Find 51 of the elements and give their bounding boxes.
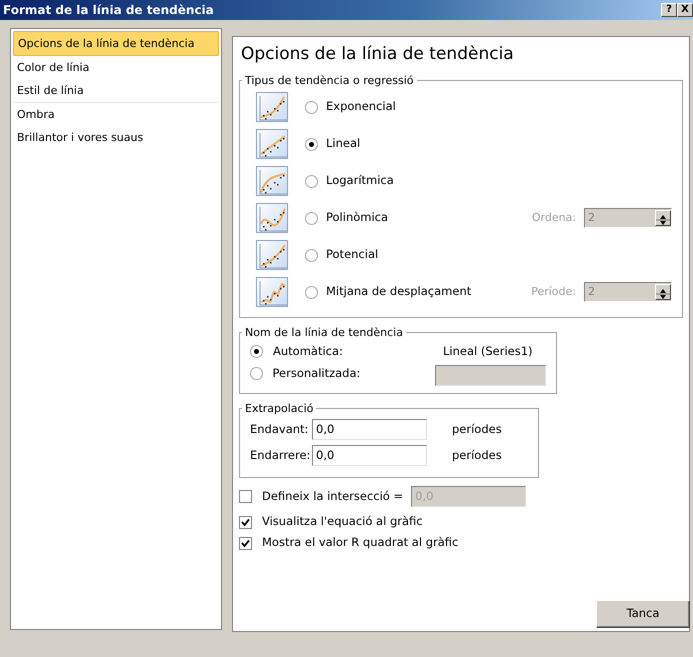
name-value: Lineal (Series1) (443, 342, 533, 360)
option-label: Logarítmica (326, 172, 394, 190)
linear-trend-icon (256, 129, 288, 159)
radio-button[interactable] (305, 174, 318, 188)
option-label: Exponencial (326, 98, 396, 116)
sidebar-item[interactable]: Brillantor i vores suaus (13, 126, 219, 149)
checkbox[interactable] (239, 516, 252, 528)
radio-button[interactable] (305, 286, 318, 298)
unit-label: períodes (452, 446, 502, 464)
spinner-label: Ordena: (532, 210, 576, 226)
option-label: Polinòmica (326, 209, 388, 226)
checkbox[interactable] (239, 490, 252, 503)
radio-button[interactable] (305, 212, 318, 224)
polynomial-trend-icon (256, 203, 288, 233)
field-label: Endavant: (250, 420, 310, 438)
close-button[interactable]: X (677, 3, 693, 17)
unit-label: períodes (452, 420, 502, 438)
power-trend-icon (256, 240, 288, 270)
close-dialog-button[interactable]: Tanca (596, 600, 690, 628)
number-field[interactable]: 0,0 (312, 445, 427, 466)
option-label: Automàtica: (273, 342, 344, 360)
checkbox-label: Defineix la intersecció = (262, 488, 404, 505)
radio-button[interactable] (250, 345, 263, 358)
option-label: Lineal (326, 135, 360, 152)
sidebar-item[interactable]: Color de línia (13, 56, 219, 79)
moving-trend-icon (256, 277, 288, 307)
sidebar-item[interactable]: Opcions de la línia de tendència (13, 31, 219, 56)
field-label: Endarrere: (250, 446, 312, 464)
spinner-value: 2 (588, 210, 595, 226)
radio-button[interactable] (305, 138, 318, 150)
sidebar-item[interactable]: Estil de línia (13, 79, 219, 103)
option-label: Personalitzada: (272, 364, 362, 382)
spinner-label: Període: (531, 284, 576, 300)
window-title: Format de la línia de tendència (2, 2, 214, 19)
spinner-value: 2 (588, 284, 595, 300)
number-field[interactable]: 0,0 (312, 419, 427, 440)
group-label: Nom de la línia de tendència (244, 326, 404, 338)
group-label: Extrapolació (244, 402, 314, 414)
option-label: Potencial (326, 246, 378, 264)
exponential-trend-icon (256, 92, 288, 122)
checkbox-label: Mostra el valor R quadrat al gràfic (262, 534, 458, 552)
checkbox[interactable] (239, 536, 252, 550)
panel-heading: Opcions de la línia de tendència (241, 43, 515, 66)
logarithmic-trend-icon (256, 166, 288, 196)
group-label: Tipus de tendència o regressió (244, 74, 415, 86)
sidebar-item[interactable]: Ombra (13, 103, 219, 126)
checkbox-label: Visualitza l'equació al gràfic (262, 513, 423, 530)
option-label: Mitjana de desplaçament (326, 283, 472, 300)
radio-button[interactable] (305, 248, 318, 262)
help-button[interactable]: ? (661, 3, 677, 17)
radio-button[interactable] (305, 100, 318, 114)
